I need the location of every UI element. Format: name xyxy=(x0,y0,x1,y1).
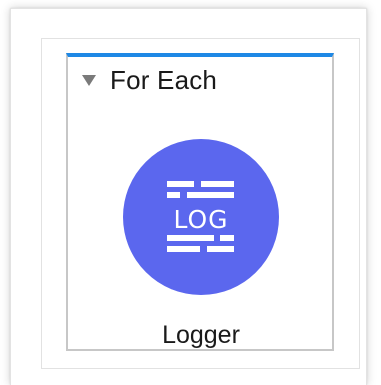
scope-title: For Each xyxy=(110,64,218,95)
logger-component[interactable]: LOG Logger xyxy=(123,139,279,350)
logger-icon-text: LOG xyxy=(173,205,228,234)
logger-component-circle[interactable]: LOG xyxy=(123,139,279,295)
flow-canvas-window: For Each LOG Logger xyxy=(10,8,367,385)
logger-icon: LOG xyxy=(167,181,234,252)
collapse-triangle-icon[interactable] xyxy=(82,75,96,86)
flow-canvas: For Each LOG Logger xyxy=(41,38,360,369)
scope-header[interactable]: For Each xyxy=(82,65,217,95)
component-label: Logger xyxy=(162,321,240,349)
for-each-scope[interactable]: For Each LOG Logger xyxy=(66,53,334,351)
